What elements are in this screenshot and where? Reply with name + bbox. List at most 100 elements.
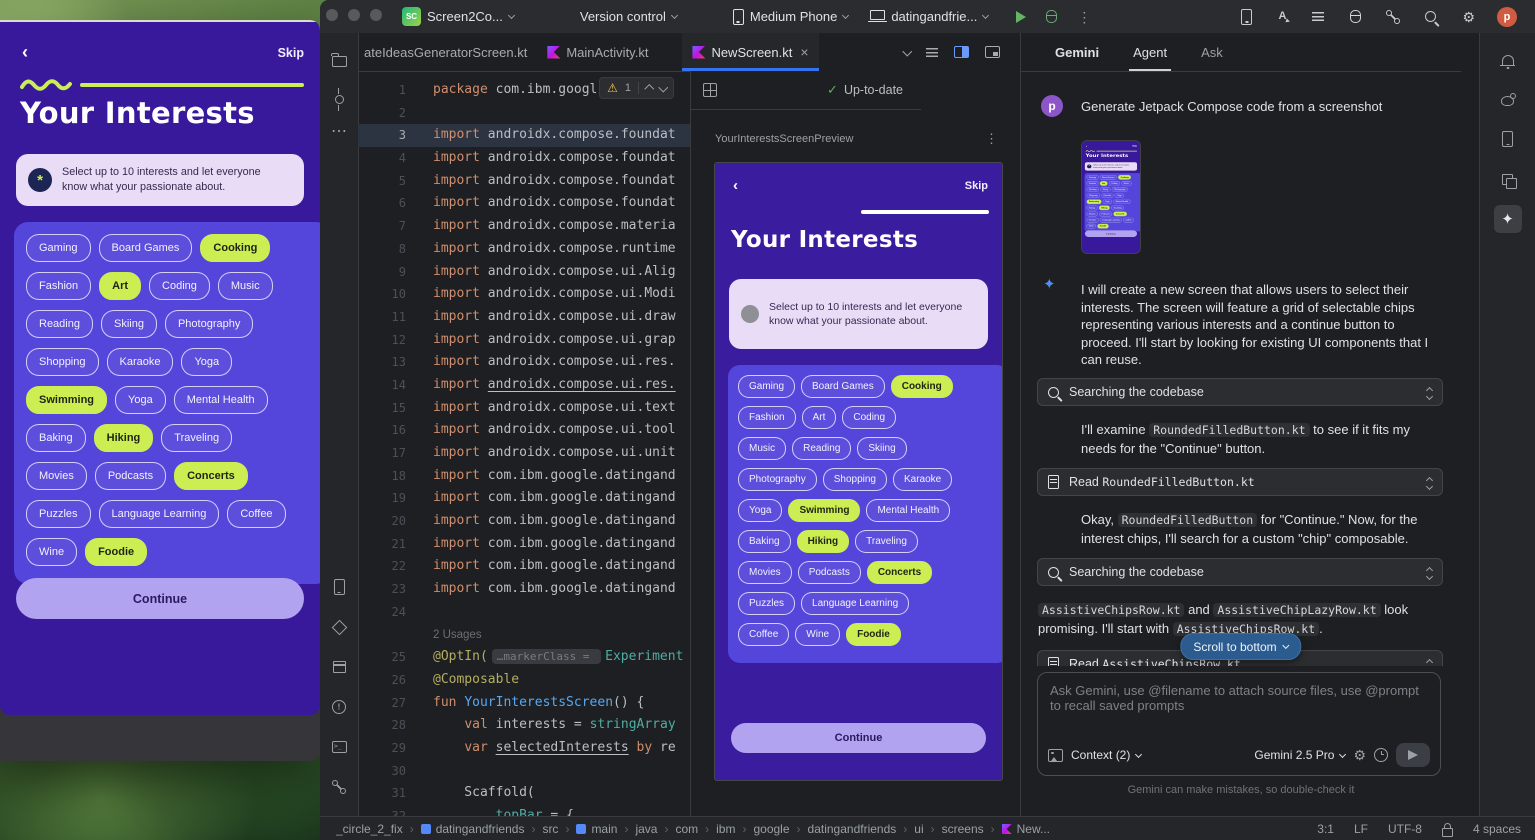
code-line[interactable]: 7import androidx.compose.materia — [358, 215, 690, 238]
expand-icon[interactable] — [1427, 657, 1432, 666]
breadcrumb-item[interactable]: java — [635, 822, 657, 836]
code-line[interactable]: 27fun YourInterestsScreen() { — [358, 692, 690, 715]
breadcrumb-item[interactable]: src — [542, 822, 558, 836]
code-line[interactable]: 4import androidx.compose.foundat — [358, 147, 690, 170]
version-control-widget[interactable]: Version control — [580, 9, 677, 24]
device-selector[interactable]: Medium Phone — [733, 9, 848, 25]
breadcrumb-item[interactable]: com — [675, 822, 698, 836]
breadcrumb-item[interactable]: datingandfriends — [808, 822, 897, 836]
debug-button[interactable] — [1046, 10, 1057, 23]
problems-icon[interactable] — [1350, 10, 1361, 23]
code-line[interactable]: 13import androidx.compose.ui.res. — [358, 351, 690, 374]
gradle-icon[interactable] — [1494, 85, 1522, 113]
close-tab-icon[interactable]: × — [800, 44, 808, 60]
search-everywhere-icon[interactable] — [1425, 11, 1436, 22]
todo-list-icon[interactable] — [1312, 12, 1324, 21]
code-line[interactable]: 25@OptIn(…markerClass = Experiment — [358, 646, 690, 669]
tool-call-row[interactable]: Read RoundedFilledButton.kt — [1037, 468, 1443, 496]
code-line[interactable]: 29 var selectedInterests by re — [358, 737, 690, 760]
caret-position[interactable]: 3:1 — [1317, 822, 1334, 836]
code-line[interactable]: 18import com.ibm.google.datingand — [358, 465, 690, 488]
terminal-icon[interactable] — [325, 733, 353, 761]
version-control-tool-icon[interactable] — [325, 773, 353, 801]
tool-call-row[interactable]: Searching the codebase — [1037, 558, 1443, 586]
code-line[interactable]: 23import com.ibm.google.datingand — [358, 578, 690, 601]
code-line[interactable]: 9import androidx.compose.ui.Alig — [358, 261, 690, 284]
expand-icon[interactable] — [1427, 565, 1432, 579]
build-icon[interactable] — [325, 653, 353, 681]
gemini-prompt-input[interactable] — [1048, 681, 1434, 741]
indent-setting[interactable]: 4 spaces — [1473, 822, 1521, 836]
code-view-icon[interactable] — [926, 48, 938, 57]
gemini-tool-icon[interactable]: ✦ — [1494, 205, 1522, 233]
tab-ask[interactable]: Ask — [1201, 33, 1223, 71]
tab-agent[interactable]: Agent — [1133, 33, 1167, 71]
code-line[interactable]: 8import androidx.compose.runtime — [358, 238, 690, 261]
code-line[interactable]: 17import androidx.compose.ui.unit — [358, 442, 690, 465]
tool-call-row[interactable]: Searching the codebase — [1037, 378, 1443, 406]
attach-image-icon[interactable] — [1048, 749, 1063, 762]
code-editor[interactable]: 1package com.ibm.googl23import androidx.… — [358, 71, 690, 816]
code-line[interactable]: 21import com.ibm.google.datingand — [358, 533, 690, 556]
tab-mainactivity[interactable]: MainActivity.kt — [537, 33, 658, 71]
code-line[interactable]: 12import androidx.compose.ui.grap — [358, 329, 690, 352]
previous-issue-icon[interactable] — [645, 85, 654, 94]
project-widget[interactable]: SC Screen2Co... — [402, 7, 514, 26]
gemini-input-box[interactable]: Context (2) Gemini 2.5 Pro ⚙ — [1037, 672, 1441, 776]
breadcrumb-item[interactable]: datingandfriends — [421, 822, 525, 836]
code-line[interactable]: 28 val interests = stringArray — [358, 714, 690, 737]
hidden-tabs-icon[interactable] — [902, 46, 911, 55]
expand-icon[interactable] — [1427, 475, 1432, 489]
design-view-icon[interactable] — [985, 46, 1000, 58]
file-encoding[interactable]: UTF-8 — [1388, 822, 1422, 836]
device-explorer-icon[interactable] — [1494, 125, 1522, 153]
code-line[interactable]: 6import androidx.compose.foundat — [358, 192, 690, 215]
model-selector[interactable]: Gemini 2.5 Pro — [1254, 748, 1345, 762]
maximize-window-icon[interactable] — [370, 9, 382, 21]
code-line[interactable]: 22import com.ibm.google.datingand — [358, 555, 690, 578]
line-separator[interactable]: LF — [1354, 822, 1368, 836]
breadcrumb-item[interactable]: google — [753, 822, 789, 836]
device-mirroring-icon[interactable] — [1241, 9, 1252, 25]
code-inspection-icon[interactable]: A — [1278, 11, 1286, 22]
more-tool-windows-icon[interactable]: ⋯ — [325, 117, 353, 145]
code-line[interactable]: 2 — [358, 102, 690, 125]
send-button[interactable] — [1396, 743, 1430, 767]
next-issue-icon[interactable] — [658, 82, 667, 91]
tab-dateideasgeneratorscreen[interactable]: ateIdeasGeneratorScreen.kt — [358, 33, 537, 71]
minimize-window-icon[interactable] — [348, 9, 360, 21]
running-devices-icon[interactable] — [325, 573, 353, 601]
more-actions-icon[interactable]: ⋮ — [1077, 10, 1091, 24]
problems-tool-icon[interactable] — [325, 693, 353, 721]
expand-icon[interactable] — [1427, 385, 1432, 399]
code-line[interactable]: 3import androidx.compose.foundat — [358, 124, 690, 147]
code-line[interactable]: 5import androidx.compose.foundat — [358, 170, 690, 193]
breadcrumb-item[interactable]: main — [576, 822, 617, 836]
code-line[interactable]: 20import com.ibm.google.datingand — [358, 510, 690, 533]
inspection-widget[interactable]: ⚠ 1 — [599, 77, 674, 99]
pull-requests-icon[interactable] — [1387, 11, 1399, 23]
code-line[interactable]: 26@Composable — [358, 669, 690, 692]
split-view-icon[interactable] — [954, 46, 969, 58]
gemini-settings-icon[interactable]: ⚙ — [1353, 748, 1366, 762]
code-line[interactable]: 19import com.ibm.google.datingand — [358, 487, 690, 510]
code-line[interactable]: 11import androidx.compose.ui.draw — [358, 306, 690, 329]
lock-icon[interactable] — [1442, 828, 1453, 837]
run-button[interactable] — [1016, 11, 1026, 23]
breadcrumb-item[interactable]: ibm — [716, 822, 735, 836]
code-line[interactable]: 16import androidx.compose.ui.tool — [358, 419, 690, 442]
breadcrumb-item[interactable]: ui — [914, 822, 923, 836]
breadcrumb-item[interactable]: _circle_2_fix — [336, 822, 403, 836]
code-line[interactable]: 2 Usages — [358, 624, 690, 647]
breadcrumb-item[interactable]: New... — [1002, 822, 1050, 836]
preview-options-icon[interactable]: ⋮ — [985, 131, 998, 147]
code-line[interactable]: 31 Scaffold( — [358, 782, 690, 805]
code-line[interactable]: 24 — [358, 601, 690, 624]
resource-manager-icon[interactable] — [1494, 165, 1522, 193]
context-selector[interactable]: Context (2) — [1071, 748, 1141, 762]
close-window-icon[interactable] — [326, 9, 338, 21]
breadcrumb-item[interactable]: screens — [942, 822, 984, 836]
preview-name-label[interactable]: YourInterestsScreenPreview — [715, 133, 853, 145]
app-quality-insights-icon[interactable] — [325, 613, 353, 641]
notifications-icon[interactable] — [1494, 45, 1522, 73]
